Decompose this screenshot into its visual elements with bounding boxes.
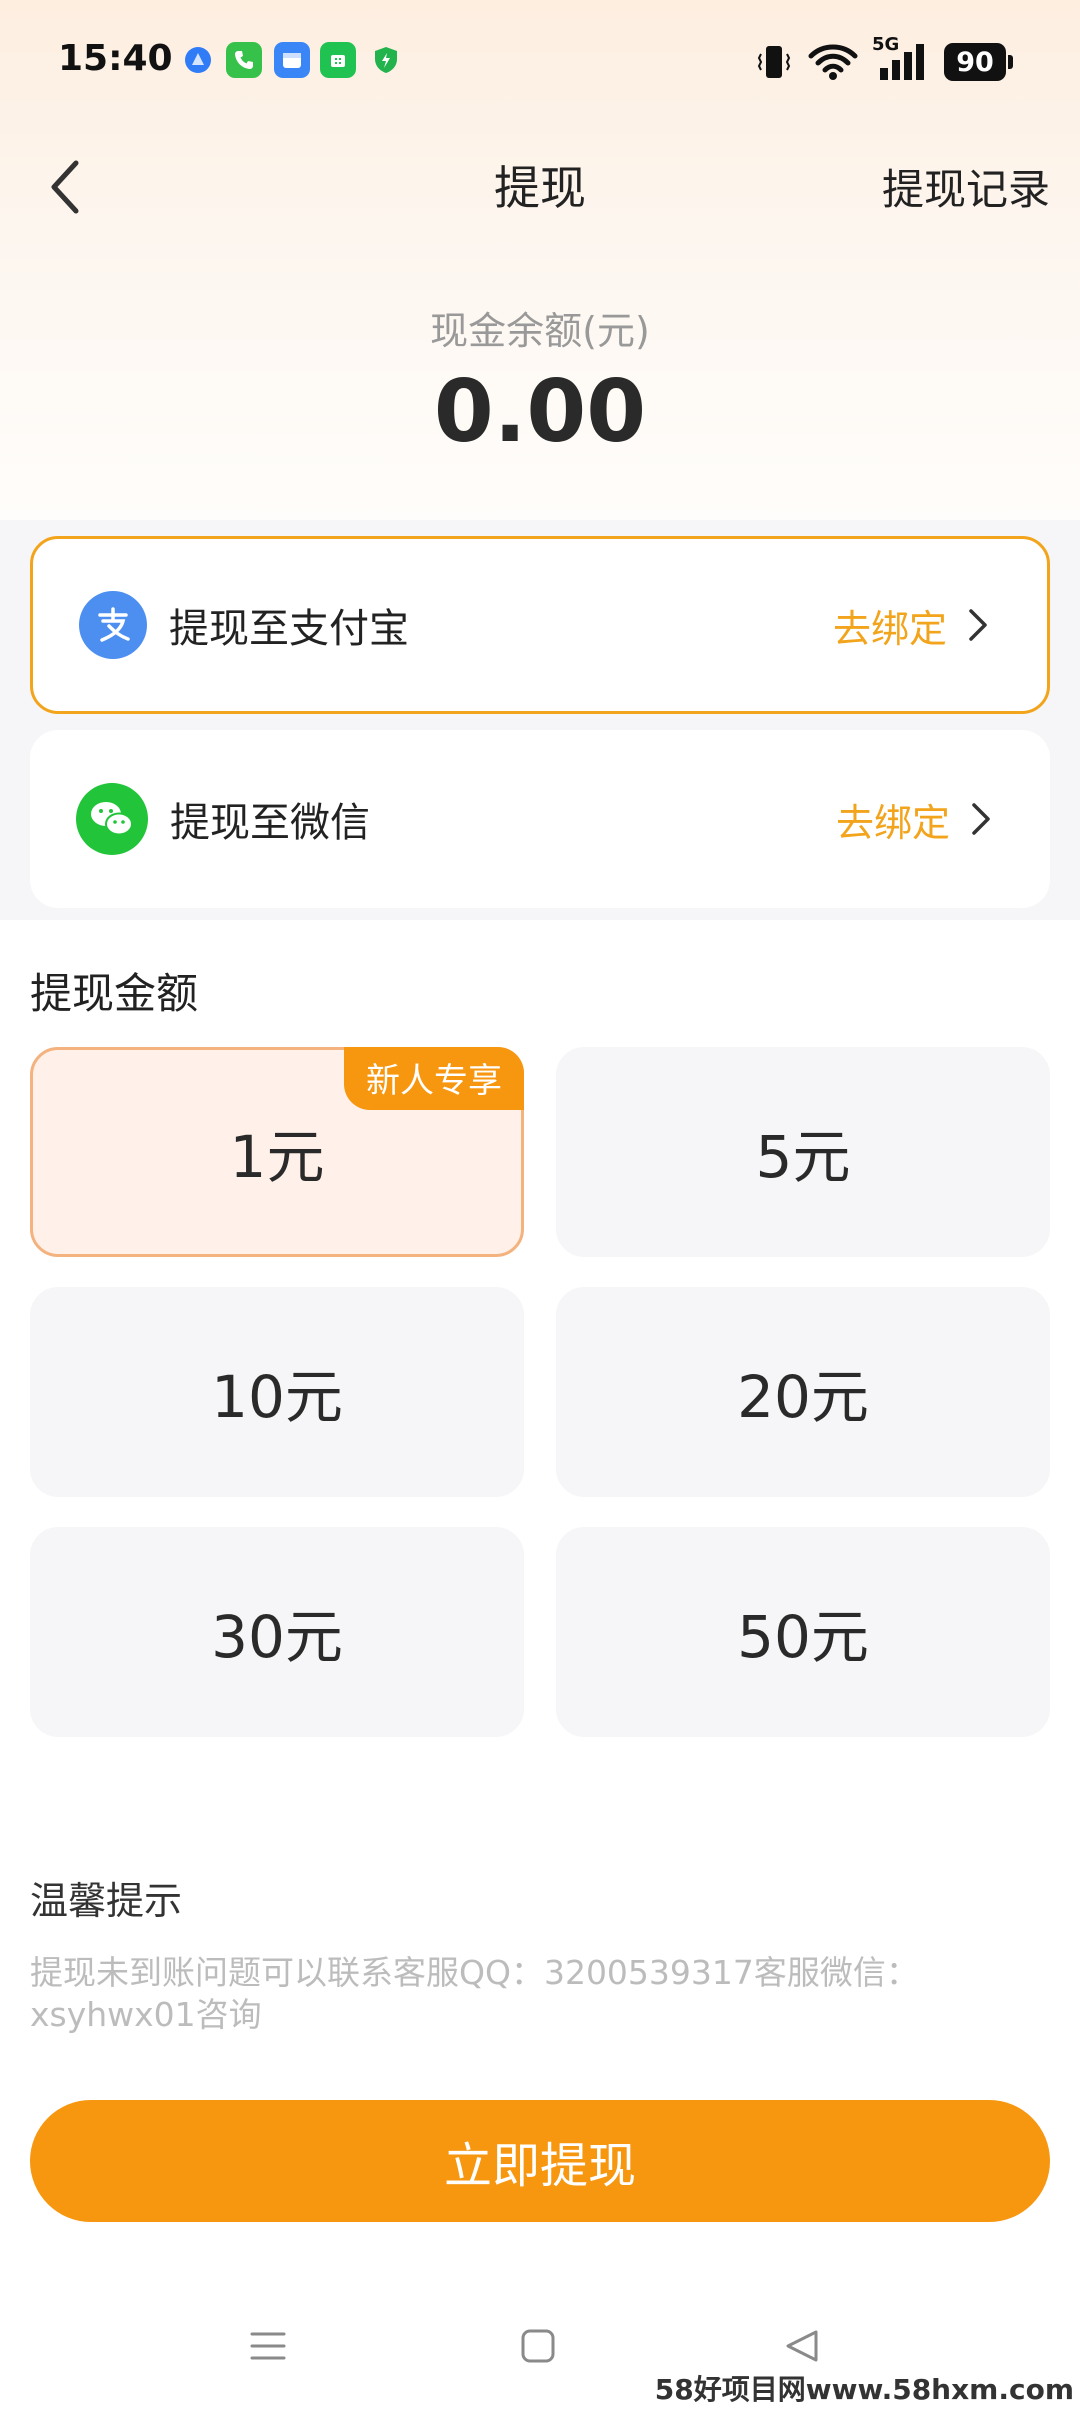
battery-cap <box>1008 55 1013 69</box>
menu-icon[interactable] <box>248 2326 288 2370</box>
amount-option-label: 1元 <box>229 1123 325 1191</box>
wechat-label: 提现至微信 <box>170 800 370 846</box>
wechat-bind-link[interactable]: 去绑定 <box>836 792 950 847</box>
vibrate-icon <box>756 36 792 88</box>
status-time: 15:40 <box>58 38 173 79</box>
balance-value: 0.00 <box>433 362 647 462</box>
chevron-right-icon <box>970 799 1010 839</box>
alipay-label: 提现至支付宝 <box>169 606 409 652</box>
phone-icon <box>226 42 262 78</box>
amount-option-1[interactable]: 1元 新人专享 <box>30 1047 524 1257</box>
shield-icon <box>368 42 404 78</box>
tips-title: 温馨提示 <box>30 1879 183 1923</box>
amount-option-30[interactable]: 30元 <box>30 1527 524 1737</box>
watermark: 58好项目网www.58hxm.com <box>654 2373 1074 2406</box>
alipay-icon <box>79 591 147 659</box>
amount-option-label: 30元 <box>211 1603 343 1671</box>
calendar-icon <box>274 42 310 78</box>
tips-text: 提现未到账问题可以联系客服QQ：3200539317客服微信：xsyhwx01咨… <box>30 1953 919 2034</box>
amount-option-10[interactable]: 10元 <box>30 1287 524 1497</box>
payment-methods-section: 提现至支付宝 去绑定 提现至微信 去绑定 <box>0 520 1080 920</box>
wechat-option[interactable]: 提现至微信 去绑定 <box>30 730 1050 908</box>
app-icon <box>320 42 356 78</box>
browser-icon <box>180 42 216 78</box>
amount-section-title: 提现金额 <box>30 969 199 1018</box>
amount-option-label: 5元 <box>755 1123 851 1191</box>
home-icon[interactable] <box>518 2326 558 2370</box>
amount-option-50[interactable]: 50元 <box>556 1527 1050 1737</box>
chevron-right-icon <box>967 605 1007 645</box>
amount-option-label: 20元 <box>737 1363 869 1431</box>
balance-label: 现金余额(元) <box>430 309 650 353</box>
battery-level: 90 <box>944 43 1006 81</box>
withdraw-now-button[interactable]: 立即提现 <box>30 2100 1050 2222</box>
battery-indicator: 90 <box>944 36 1013 88</box>
amount-option-label: 10元 <box>211 1363 343 1431</box>
amount-option-5[interactable]: 5元 <box>556 1047 1050 1257</box>
withdraw-records-link[interactable]: 提现记录 <box>882 156 1050 217</box>
wechat-icon <box>76 783 148 855</box>
wifi-icon <box>808 36 858 88</box>
back-triangle-icon[interactable] <box>782 2326 822 2370</box>
new-user-badge: 新人专享 <box>344 1047 524 1110</box>
alipay-bind-link[interactable]: 去绑定 <box>833 598 947 653</box>
alipay-option[interactable]: 提现至支付宝 去绑定 <box>30 536 1050 714</box>
cellular-signal-icon: 5G <box>870 34 934 88</box>
amount-option-20[interactable]: 20元 <box>556 1287 1050 1497</box>
amount-option-label: 50元 <box>737 1603 869 1671</box>
